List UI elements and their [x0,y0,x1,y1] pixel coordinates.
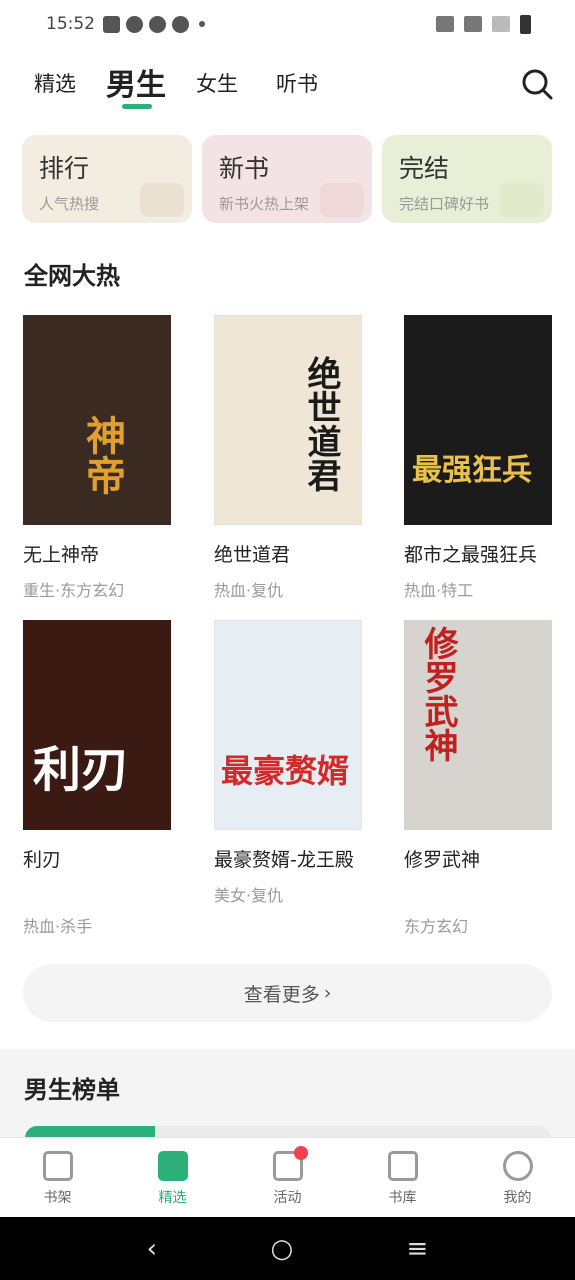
status-bar: 15:52 [0,0,575,48]
status-indicators [436,14,531,34]
tab-female[interactable]: 女生 [196,68,238,98]
active-tab-indicator [122,104,152,109]
book-tags: 热血·特工 [404,581,474,600]
book-card[interactable]: 利刃 利刃 热血·杀手 [23,620,173,937]
bookshelf-icon [42,1151,73,1181]
nav-label: 我的 [503,1190,532,1206]
signal-icon [492,16,510,32]
nav-profile[interactable]: 我的 [460,1138,575,1217]
cover-title: 绝世道君 [301,356,341,492]
nav-bookshelf[interactable]: 书架 [0,1138,115,1217]
book-cover[interactable]: 最豪赘婿 [214,620,362,830]
section-title-ranking: 男生榜单 [24,1075,120,1104]
vibrate-icon [436,16,454,32]
book-title[interactable]: 利刃 [23,845,173,876]
completed-card[interactable]: 完结 完结口碑好书 [382,135,552,223]
nav-label: 书库 [388,1190,417,1206]
book-icon [500,183,544,217]
book-cover[interactable]: 利刃 [23,620,171,830]
view-more-button[interactable]: 查看更多 › [23,964,552,1022]
book-card[interactable]: 修罗武神 修罗武神 东方玄幻 [404,620,554,937]
tab-featured[interactable]: 精选 [34,68,76,98]
status-time: 15:52 [46,14,95,34]
book-card[interactable]: 神帝 无上神帝 重生·东方玄幻 [23,315,173,601]
nav-label: 书架 [43,1190,72,1206]
card-title: 完结 [399,154,450,183]
home-icon[interactable]: ○ [270,1234,293,1264]
new-icon [320,183,364,217]
book-tags: 重生·东方玄幻 [23,581,125,600]
battery-icon [520,14,531,34]
book-title[interactable]: 修罗武神 [404,845,554,876]
book-title[interactable]: 无上神帝 [23,540,173,571]
notification-icon [172,15,189,33]
notification-icon [126,15,143,33]
view-more-label: 查看更多 [243,983,320,1006]
cover-title: 神帝 [79,415,126,495]
cover-title: 修罗武神 [418,626,458,762]
nav-label: 精选 [158,1190,187,1206]
book-title[interactable]: 最豪赘婿-龙王殿 [214,845,364,876]
book-cover[interactable]: 神帝 [23,315,171,525]
cover-title: 最豪赘婿 [221,752,350,790]
top-tab-bar: 精选 男生 女生 听书 [0,56,575,114]
star-icon [140,183,184,217]
book-card[interactable]: 绝世道君 绝世道君 热血·复仇 [214,315,364,601]
cover-title: 利刃 [33,742,130,798]
nav-featured[interactable]: 精选 [115,1138,230,1217]
card-title: 新书 [219,154,270,183]
nav-activity[interactable]: 活动 [230,1138,345,1217]
recents-icon[interactable]: ≡ [406,1234,428,1264]
new-books-card[interactable]: 新书 新书火热上架 [202,135,372,223]
book-tags: 美女·复仇 [214,886,284,905]
system-nav-bar: ‹ ○ ≡ [0,1217,575,1280]
book-tags: 东方玄幻 [404,917,469,936]
book-tags: 热血·复仇 [214,581,284,600]
tab-male[interactable]: 男生 [106,60,166,104]
bag-icon [103,15,120,33]
search-icon[interactable] [521,68,553,100]
chevron-right-icon: › [323,982,332,1004]
book-tags: 热血·杀手 [23,917,93,936]
wifi-icon [464,16,482,32]
book-cover[interactable]: 最强狂兵 [404,315,552,525]
book-cover[interactable]: 修罗武神 [404,620,552,830]
cover-title: 最强狂兵 [412,453,532,488]
profile-icon [502,1151,533,1181]
back-icon[interactable]: ‹ [147,1234,157,1264]
ranking-card[interactable]: 排行 人气热搜 [22,135,192,223]
featured-icon [157,1151,188,1181]
card-title: 排行 [39,154,90,183]
tab-audiobook[interactable]: 听书 [276,68,318,98]
notification-badge [294,1146,308,1160]
book-cover[interactable]: 绝世道君 [214,315,362,525]
notification-icon [149,15,166,33]
library-icon [387,1151,418,1181]
section-title-hot: 全网大热 [24,261,120,290]
bottom-nav: 书架 精选 活动 书库 我的 [0,1137,575,1217]
book-title[interactable]: 都市之最强狂兵 [404,540,554,571]
book-title[interactable]: 绝世道君 [214,540,364,571]
nav-library[interactable]: 书库 [345,1138,460,1217]
nav-label: 活动 [273,1190,302,1206]
more-notifications-icon [199,21,205,27]
category-cards: 排行 人气热搜 新书 新书火热上架 完结 完结口碑好书 [22,135,552,223]
book-card[interactable]: 最强狂兵 都市之最强狂兵 热血·特工 [404,315,554,601]
book-card[interactable]: 最豪赘婿 最豪赘婿-龙王殿 美女·复仇 [214,620,364,906]
